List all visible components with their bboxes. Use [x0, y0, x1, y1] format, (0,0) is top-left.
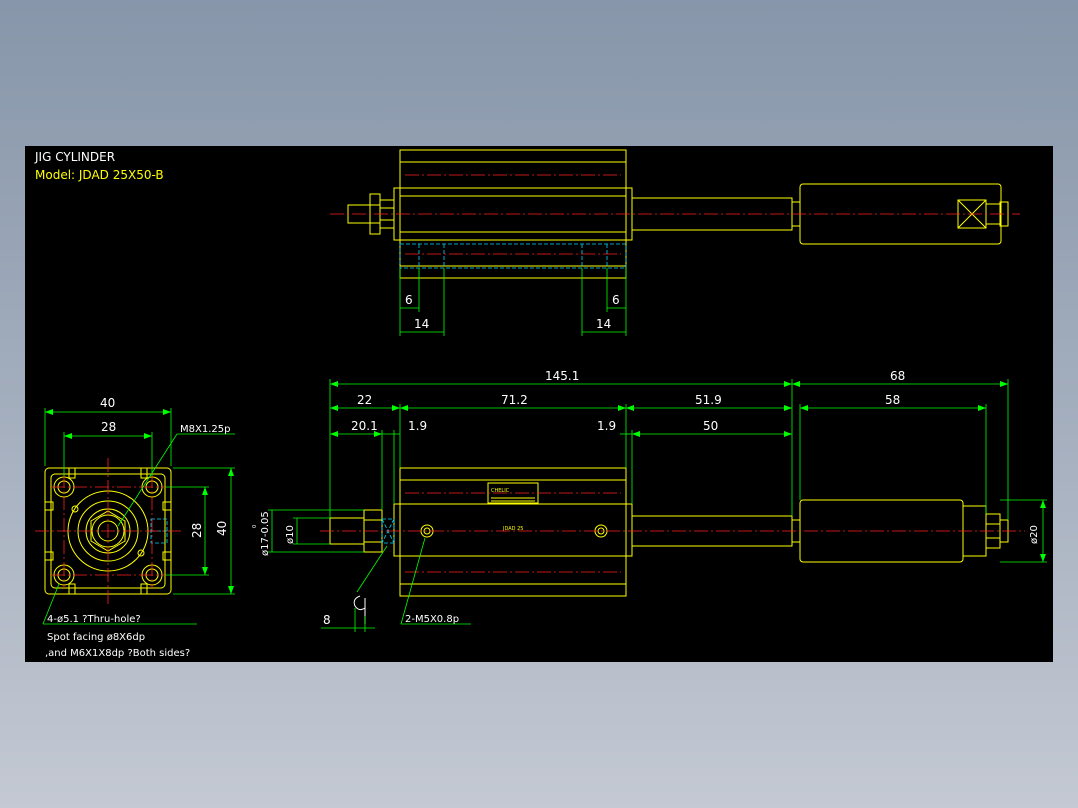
front-dim-width: 40 [100, 396, 115, 410]
front-dim-height: 40 [215, 521, 229, 536]
side-dim-51-9: 51.9 [695, 393, 722, 407]
front-dim-pitch: 28 [101, 420, 116, 434]
side-dim-22: 22 [357, 393, 372, 407]
top-dim-14-right: 14 [596, 317, 611, 331]
cad-drawing: JIG CYLINDER Model: JDAD 25X50-B 6 14 6 … [34, 149, 1047, 659]
model-label: Model: JDAD 25X50-B [35, 168, 164, 182]
front-holes-callout-2: Spot facing ø8X6dp [47, 632, 145, 643]
side-dim-1-9-left: 1.9 [408, 419, 427, 433]
top-dim-6-left: 6 [405, 293, 413, 307]
cad-viewport[interactable]: JIG CYLINDER Model: JDAD 25X50-B 6 14 6 … [25, 146, 1053, 662]
side-dim-dia17: ø17-0.05 [260, 511, 271, 556]
side-dim-dia20: ø20 [1029, 525, 1040, 544]
top-dim-6-right: 6 [612, 293, 620, 307]
side-dim-overall: 145.1 [545, 369, 579, 383]
side-dim-71-2: 71.2 [501, 393, 528, 407]
side-dim-50: 50 [703, 419, 718, 433]
top-view: 6 14 6 14 [330, 149, 1020, 336]
side-dim-1-9-right: 1.9 [597, 419, 616, 433]
front-thread-callout: M8X1.25p [180, 424, 230, 435]
side-dim-dia17-tolerance: 0 [252, 525, 258, 528]
side-dim-8: 8 [323, 613, 331, 627]
top-dim-14-left: 14 [414, 317, 429, 331]
side-dim-20-1: 20.1 [351, 419, 378, 433]
front-holes-callout-1: 4-ø5.1 ?Thru-hole? [47, 614, 141, 625]
front-holes-callout-3: ,and M6X1X8dp ?Both sides? [45, 648, 190, 659]
front-view: 40 28 40 28 M8X1.25p 4-ø5.1 ?Thru-hole? … [35, 396, 235, 659]
side-port-callout: 2-M5X0.8p [405, 614, 459, 625]
side-dim-rod-body: 58 [885, 393, 900, 407]
side-dim-rod-end: 68 [890, 369, 905, 383]
front-dim-pitch-vertical: 28 [190, 523, 204, 538]
side-view: CHELIC JDAD 25 145.1 68 58 22 71.2 51.9 … [252, 369, 1047, 632]
drawing-title: JIG CYLINDER [34, 150, 115, 164]
side-dim-dia10: ø10 [285, 525, 296, 544]
